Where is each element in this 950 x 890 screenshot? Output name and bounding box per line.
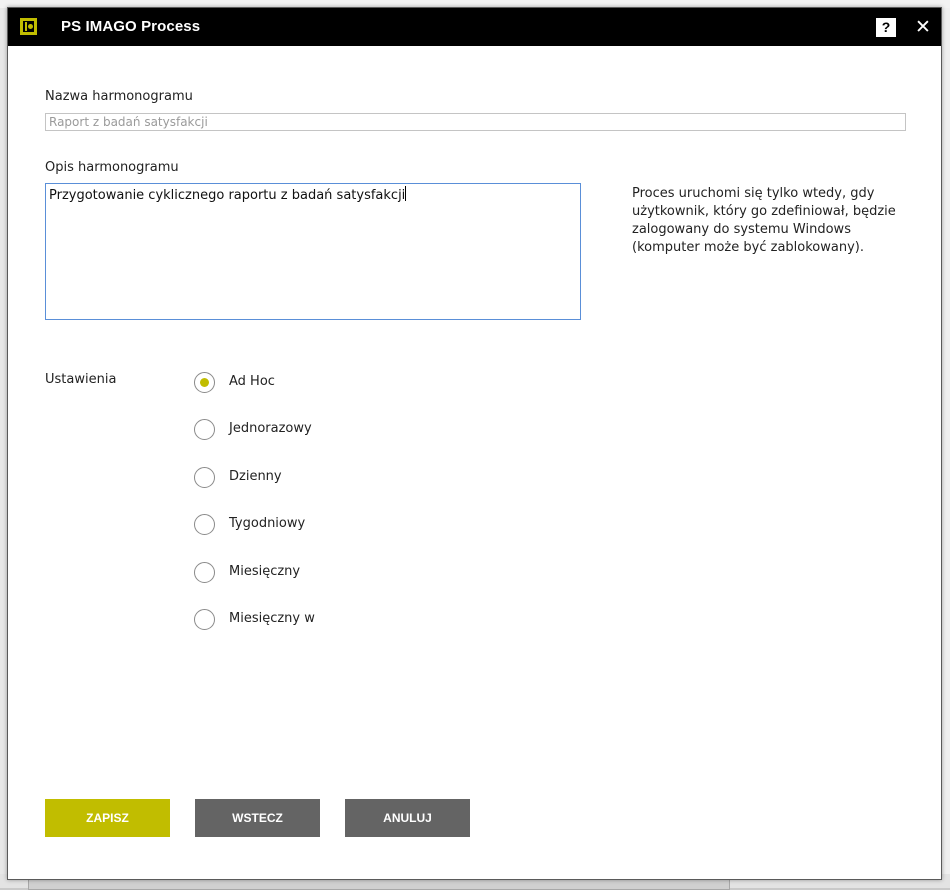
logon-info-text: Proces uruchomi się tylko wtedy, gdy uży… [632,186,896,255]
app-logo-icon [20,18,37,35]
schedule-description-textarea[interactable]: Przygotowanie cyklicznego raportu z bada… [45,183,581,320]
cancel-button[interactable]: ANULUJ [345,799,470,837]
radio-label: Jednorazowy [229,421,312,436]
radio-label: Dzienny [229,469,282,484]
radio-unselected-icon[interactable] [194,467,215,488]
schedule-description-label: Opis harmonogramu [45,160,179,175]
close-icon[interactable]: ✕ [911,14,935,40]
radio-unselected-icon[interactable] [194,562,215,583]
text-caret [405,186,407,201]
background-app-right-edge [942,8,950,874]
radio-unselected-icon[interactable] [194,609,215,630]
back-button[interactable]: WSTECZ [195,799,320,837]
radio-label: Miesięczny [229,564,301,579]
window-title: PS IMAGO Process [61,18,201,35]
title-bar: PS IMAGO Process ? ✕ [8,8,941,46]
save-button[interactable]: ZAPISZ [45,799,170,837]
radio-selected-icon[interactable] [194,372,215,393]
schedule-dialog: PS IMAGO Process ? ✕ Nazwa harmonogramu … [7,7,942,880]
schedule-name-input[interactable] [45,113,906,131]
settings-label: Ustawienia [45,372,117,387]
radio-label: Miesięczny w [229,611,315,626]
radio-unselected-icon[interactable] [194,514,215,535]
radio-unselected-icon[interactable] [194,419,215,440]
schedule-description-value: Przygotowanie cyklicznego raportu z bada… [49,188,406,203]
radio-label: Ad Hoc [229,374,275,389]
help-button[interactable]: ? [876,18,896,37]
schedule-name-label: Nazwa harmonogramu [45,89,193,104]
radio-label: Tygodniowy [229,516,306,531]
